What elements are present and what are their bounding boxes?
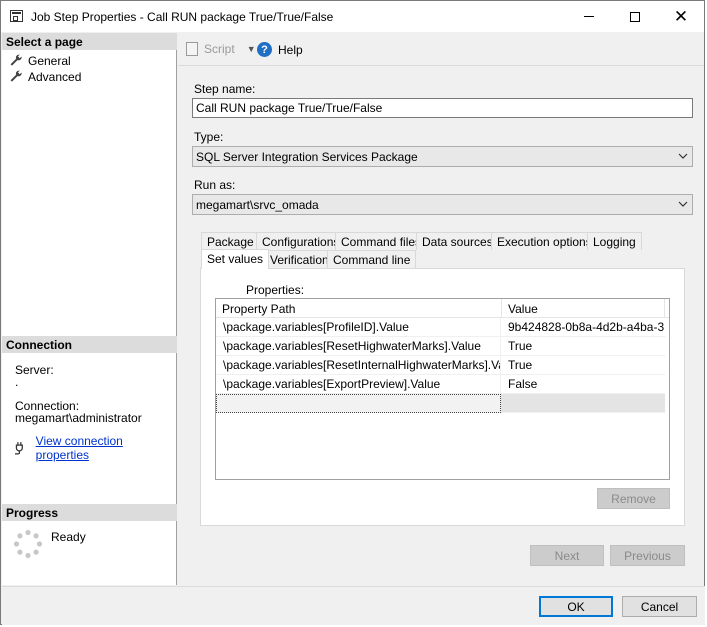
new-row-path-cell[interactable] (216, 394, 501, 413)
tab-verification[interactable]: Verification (264, 250, 335, 268)
property-path-cell[interactable]: \package.variables[ResetInternalHighwate… (216, 356, 501, 375)
properties-grid[interactable]: Property Path Value \package.variables[P… (215, 298, 670, 480)
minimize-button[interactable] (566, 1, 612, 32)
page-item-label: Advanced (28, 69, 82, 84)
connection-header: Connection (2, 336, 177, 353)
run-as-label: Run as: (194, 178, 236, 192)
type-label: Type: (194, 130, 224, 144)
table-row[interactable]: \package.variables[ResetHighwaterMarks].… (216, 337, 665, 356)
new-row[interactable] (216, 394, 665, 413)
column-header-value[interactable]: Value (502, 299, 665, 318)
close-button[interactable]: ✕ (658, 1, 704, 32)
step-name-input[interactable]: Call RUN package True/True/False (192, 98, 693, 118)
progress-status: Ready (51, 530, 86, 544)
connection-value: megamart\administrator (15, 411, 142, 425)
table-row[interactable]: \package.variables[ProfileID].Value 9b42… (216, 318, 665, 337)
next-button[interactable]: Next (530, 545, 604, 566)
remove-button[interactable]: Remove (597, 488, 670, 509)
script-button[interactable]: Script ▼ (186, 42, 256, 56)
script-label: Script (204, 42, 235, 56)
window-app-icon (10, 10, 23, 22)
run-as-select-value: megamart\srvc_omada (196, 198, 319, 212)
tab-execution-options[interactable]: Execution options (491, 232, 598, 250)
tab-package[interactable]: Package (201, 232, 260, 250)
tab-command-files[interactable]: Command files (335, 232, 428, 250)
progress-spinner-icon (13, 529, 43, 559)
chevron-down-icon (678, 153, 688, 159)
help-button[interactable]: ? Help (257, 42, 303, 57)
tab-logging[interactable]: Logging (587, 232, 642, 250)
table-row[interactable]: \package.variables[ExportPreview].Value … (216, 375, 665, 394)
script-icon (186, 42, 198, 56)
new-row-value-cell[interactable] (501, 394, 665, 413)
property-path-cell[interactable]: \package.variables[ProfileID].Value (216, 318, 501, 337)
property-path-cell[interactable]: \package.variables[ExportPreview].Value (216, 375, 501, 394)
run-as-select[interactable]: megamart\srvc_omada (192, 194, 693, 215)
property-path-cell[interactable]: \package.variables[ResetHighwaterMarks].… (216, 337, 501, 356)
help-icon: ? (257, 42, 272, 57)
server-value: . (15, 375, 19, 389)
property-value-cell[interactable]: True (501, 356, 665, 375)
close-icon: ✕ (673, 6, 689, 26)
select-page-header: Select a page (2, 33, 177, 50)
tab-command-line[interactable]: Command line (327, 250, 417, 268)
chevron-down-icon (678, 201, 688, 207)
property-value-cell[interactable]: False (501, 375, 665, 394)
page-item-advanced[interactable]: Advanced (9, 69, 81, 84)
page-item-label: General (28, 53, 71, 68)
table-row[interactable]: \package.variables[ResetInternalHighwate… (216, 356, 665, 375)
property-value-cell[interactable]: 9b424828-0b8a-4d2b-a4ba-3... (501, 318, 665, 337)
progress-header: Progress (2, 504, 177, 521)
type-select[interactable]: SQL Server Integration Services Package (192, 146, 693, 167)
job-step-properties-window: Job Step Properties - Call RUN package T… (0, 0, 705, 625)
server-label: Server: (15, 363, 54, 377)
step-name-label: Step name: (194, 82, 256, 96)
left-pane: Select a page General Advanced Connectio… (2, 33, 177, 585)
type-select-value: SQL Server Integration Services Package (196, 150, 418, 164)
wrench-icon (9, 54, 23, 68)
cancel-button[interactable]: Cancel (622, 596, 697, 617)
view-connection-link-text[interactable]: View connection properties (36, 434, 176, 462)
property-value-cell[interactable]: True (501, 337, 665, 356)
ok-button[interactable]: OK (539, 596, 613, 617)
maximize-icon (630, 11, 640, 22)
wrench-icon (9, 70, 23, 84)
maximize-button[interactable] (612, 1, 658, 32)
toolbar: Script ▼ ? Help (178, 33, 704, 66)
grid-header: Property Path Value (216, 299, 669, 318)
tab-configurations[interactable]: Configurations (256, 232, 346, 250)
properties-label: Properties: (246, 283, 305, 297)
title-bar: Job Step Properties - Call RUN package T… (1, 1, 704, 32)
previous-button[interactable]: Previous (610, 545, 685, 566)
tab-data-sources[interactable]: Data sources (416, 232, 499, 250)
help-label: Help (278, 42, 303, 57)
script-dropdown-icon[interactable]: ▼ (247, 44, 256, 54)
minimize-icon (584, 16, 594, 17)
plug-icon (14, 442, 23, 455)
view-connection-properties-link[interactable]: View connection properties (14, 434, 176, 462)
window-title: Job Step Properties - Call RUN package T… (31, 10, 334, 24)
page-item-general[interactable]: General (9, 53, 71, 68)
tab-set-values[interactable]: Set values (201, 249, 270, 269)
column-header-property-path[interactable]: Property Path (216, 299, 502, 318)
